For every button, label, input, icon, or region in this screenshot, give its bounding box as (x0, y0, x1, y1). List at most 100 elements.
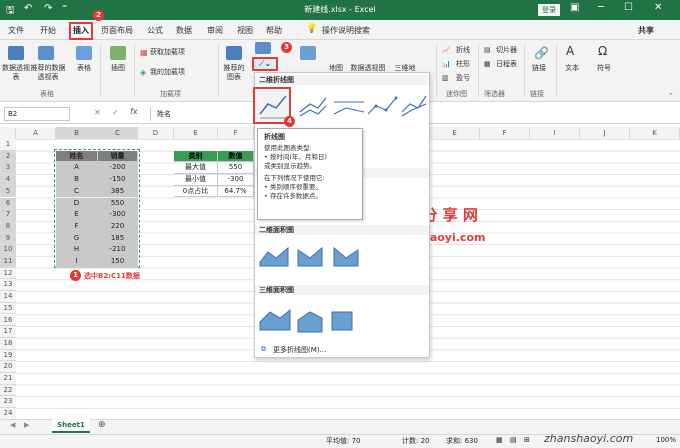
cancel-icon[interactable]: ✕ (94, 108, 101, 117)
column-header-i[interactable]: I (530, 127, 580, 139)
enter-icon[interactable]: ✓ (112, 108, 119, 117)
row-header[interactable]: 4 (0, 174, 16, 186)
cell[interactable]: 64.7% (218, 185, 254, 198)
cell[interactable]: D (56, 197, 98, 210)
area-thumb[interactable] (259, 246, 289, 267)
zoom-level[interactable]: 100% (656, 436, 676, 444)
line-chart-dropdown-button[interactable]: ⟋⌄ (252, 57, 278, 71)
cell[interactable]: E (56, 209, 98, 221)
share-button[interactable]: 共享 (638, 25, 654, 36)
column-header-f2[interactable]: F (480, 127, 530, 139)
cell[interactable]: 最小值 (174, 174, 218, 186)
row-header[interactable]: 19 (0, 349, 16, 362)
slicer-button[interactable]: 切片器 (496, 46, 517, 55)
row-header[interactable]: 7 (0, 209, 16, 221)
cell[interactable]: 220 (98, 220, 138, 233)
sparkline-line-button[interactable]: 折线 (456, 46, 470, 55)
tab-insert[interactable]: 插入 (69, 22, 93, 40)
cell[interactable]: -200 (98, 162, 138, 175)
row-header[interactable]: 6 (0, 197, 16, 210)
symbol-button[interactable]: 符号 (592, 64, 616, 73)
row-header[interactable]: 1 (0, 139, 16, 151)
cell[interactable]: -300 (98, 209, 138, 221)
tab-file[interactable]: 文件 (8, 25, 24, 36)
tab-help[interactable]: 帮助 (266, 25, 282, 36)
row-header[interactable]: 20 (0, 361, 16, 373)
cell[interactable]: 姓名 (56, 150, 98, 163)
prev-sheet-icon[interactable]: ◀ (10, 421, 15, 429)
column-header-c[interactable]: C (98, 127, 138, 139)
cell[interactable]: 类别 (174, 150, 218, 163)
cell[interactable]: 最大值 (174, 162, 218, 175)
100pct-area-thumb[interactable] (333, 246, 359, 267)
column-header-a[interactable]: A (16, 127, 56, 139)
select-all[interactable] (0, 127, 16, 139)
add-sheet-icon[interactable]: ⊕ (98, 420, 106, 430)
cell[interactable]: G (56, 232, 98, 245)
stacked-area-thumb[interactable] (297, 246, 323, 267)
page-layout-view-icon[interactable]: ▤ (510, 436, 517, 444)
tab-review[interactable]: 审阅 (207, 25, 223, 36)
column-header-k[interactable]: K (630, 127, 680, 139)
recommended-charts-button[interactable]: 推荐的图表 (222, 64, 246, 82)
get-addins-button[interactable]: 获取加载项 (150, 48, 185, 57)
table-button[interactable]: 表格 (70, 64, 98, 73)
link-button[interactable]: 链接 (528, 64, 550, 73)
column-header-e2[interactable]: E (430, 127, 480, 139)
cell[interactable]: -150 (98, 174, 138, 186)
more-line-charts-link[interactable]: 更多折线图(M)... (273, 345, 326, 355)
recommended-pivot-button[interactable]: 推荐的数据透视表 (30, 64, 66, 82)
cell[interactable]: -210 (98, 244, 138, 256)
maximize-icon[interactable]: ☐ (624, 2, 633, 13)
cell[interactable]: -300 (218, 174, 254, 186)
close-icon[interactable]: ✕ (654, 2, 662, 13)
column-chart-icon[interactable] (255, 42, 271, 54)
row-header[interactable]: 3 (0, 162, 16, 175)
row-header[interactable]: 10 (0, 244, 16, 256)
3d-100pct-area-thumb[interactable] (331, 311, 353, 331)
row-header[interactable]: 16 (0, 314, 16, 327)
next-sheet-icon[interactable]: ▶ (24, 421, 29, 429)
cell[interactable]: 0点占比 (174, 185, 218, 198)
column-header-d[interactable]: D (138, 127, 174, 139)
line-chart-thumb[interactable] (259, 95, 287, 119)
insert-function-icon[interactable]: fx (130, 107, 138, 116)
cell[interactable]: B (56, 174, 98, 186)
cell[interactable]: H (56, 244, 98, 256)
row-header[interactable]: 8 (0, 220, 16, 233)
cell[interactable]: 185 (98, 232, 138, 245)
cell[interactable]: 销量 (98, 150, 138, 163)
row-header[interactable]: 5 (0, 185, 16, 198)
stacked-line-thumb[interactable] (299, 97, 327, 117)
tab-page-layout[interactable]: 页面布局 (101, 25, 133, 36)
sheet-tab-sheet1[interactable]: Sheet1 (52, 419, 90, 433)
cell[interactable]: A (56, 162, 98, 175)
row-header[interactable]: 17 (0, 326, 16, 338)
tell-me-search[interactable]: 操作说明搜索 (322, 25, 370, 36)
cell[interactable]: C (56, 185, 98, 198)
3d-stacked-area-thumb[interactable] (297, 311, 323, 333)
cell[interactable]: 550 (98, 197, 138, 210)
name-box[interactable]: B2 (4, 107, 70, 121)
pivot-table-button[interactable]: 数据透视表 (2, 64, 30, 82)
tab-home[interactable]: 开始 (40, 25, 56, 36)
line-markers-thumb[interactable] (367, 96, 398, 115)
minimize-icon[interactable]: ─ (598, 2, 604, 13)
sparkline-winloss-button[interactable]: 盈亏 (456, 74, 470, 83)
sparkline-column-button[interactable]: 柱形 (456, 60, 470, 69)
normal-view-icon[interactable]: ▦ (496, 436, 503, 444)
100pct-stacked-line-thumb[interactable] (333, 101, 365, 115)
row-header[interactable]: 14 (0, 291, 16, 303)
page-break-view-icon[interactable]: ⊞ (524, 436, 530, 444)
cell[interactable]: 385 (98, 185, 138, 198)
column-header-e[interactable]: E (174, 127, 218, 139)
row-header[interactable]: 15 (0, 302, 16, 315)
cell[interactable]: 550 (218, 162, 254, 175)
row-header[interactable]: 2 (0, 150, 16, 163)
login-button[interactable]: 登录 (538, 4, 560, 16)
cell[interactable]: F (56, 220, 98, 233)
row-header[interactable]: 9 (0, 232, 16, 245)
illustrations-button[interactable]: 插图 (104, 64, 132, 73)
cell[interactable]: 数值 (218, 150, 254, 163)
row-header[interactable]: 13 (0, 279, 16, 292)
